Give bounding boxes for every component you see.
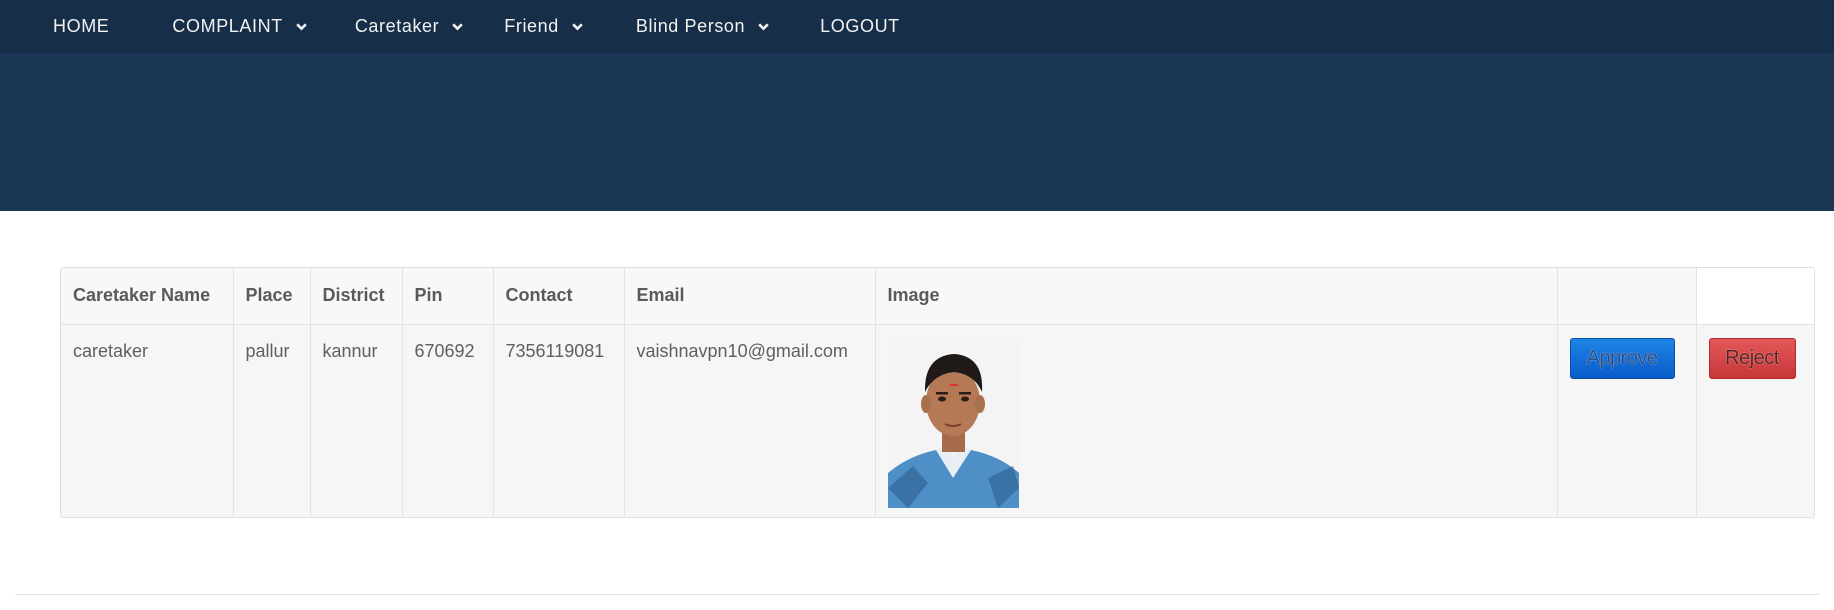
header-email: Email bbox=[623, 268, 876, 325]
nav-home-label: HOME bbox=[53, 16, 110, 36]
cell-image bbox=[874, 323, 1558, 517]
chevron-down-icon bbox=[296, 23, 307, 31]
top-navbar: HOME COMPLAINT Caretaker Friend Blind Pe… bbox=[0, 0, 1834, 53]
table-header-row: Caretaker Name Place District Pin Contac… bbox=[61, 268, 1814, 325]
nav-caretaker[interactable]: Caretaker bbox=[355, 16, 464, 37]
cell-place: pallur bbox=[232, 323, 311, 517]
caretaker-table: Caretaker Name Place District Pin Contac… bbox=[61, 268, 1814, 517]
nav-logout[interactable]: LOGOUT bbox=[820, 16, 900, 37]
header-reject-column bbox=[1695, 268, 1814, 325]
caretaker-photo bbox=[887, 337, 1019, 508]
header-district: District bbox=[309, 268, 403, 325]
chevron-down-icon bbox=[572, 23, 583, 31]
approve-button[interactable]: Approve bbox=[1569, 337, 1675, 379]
cell-email: vaishnavpn10@gmail.com bbox=[623, 323, 876, 517]
hero-banner bbox=[0, 53, 1834, 211]
header-caretaker-name: Caretaker Name bbox=[61, 268, 234, 325]
reject-button[interactable]: Reject bbox=[1708, 337, 1796, 379]
nav-complaint-label: COMPLAINT bbox=[172, 16, 283, 36]
nav-blind-person-label: Blind Person bbox=[635, 16, 746, 36]
nav-home[interactable]: HOME bbox=[53, 16, 109, 37]
footer-divider bbox=[15, 594, 1819, 595]
header-approve-column bbox=[1556, 268, 1697, 325]
cell-reject: Reject bbox=[1695, 323, 1814, 517]
cell-approve: Approve bbox=[1556, 323, 1697, 517]
cell-district: kannur bbox=[309, 323, 403, 517]
header-contact: Contact bbox=[492, 268, 625, 325]
nav-caretaker-label: Caretaker bbox=[354, 16, 440, 36]
chevron-down-icon bbox=[452, 23, 464, 31]
header-pin: Pin bbox=[401, 268, 494, 325]
nav-logout-label: LOGOUT bbox=[820, 16, 900, 36]
nav-friend[interactable]: Friend bbox=[504, 16, 584, 37]
cell-pin: 670692 bbox=[401, 323, 494, 517]
header-place: Place bbox=[232, 268, 311, 325]
table-row: caretaker pallur kannur 670692 735611908… bbox=[61, 323, 1814, 517]
nav-complaint[interactable]: COMPLAINT bbox=[172, 16, 307, 37]
cell-contact: 7356119081 bbox=[492, 323, 625, 517]
nav-blind-person[interactable]: Blind Person bbox=[636, 16, 770, 37]
cell-caretaker-name: caretaker bbox=[61, 323, 234, 517]
chevron-down-icon bbox=[758, 23, 769, 31]
caretaker-table-container: Caretaker Name Place District Pin Contac… bbox=[60, 267, 1815, 518]
header-image: Image bbox=[874, 268, 1558, 325]
nav-friend-label: Friend bbox=[504, 16, 559, 36]
